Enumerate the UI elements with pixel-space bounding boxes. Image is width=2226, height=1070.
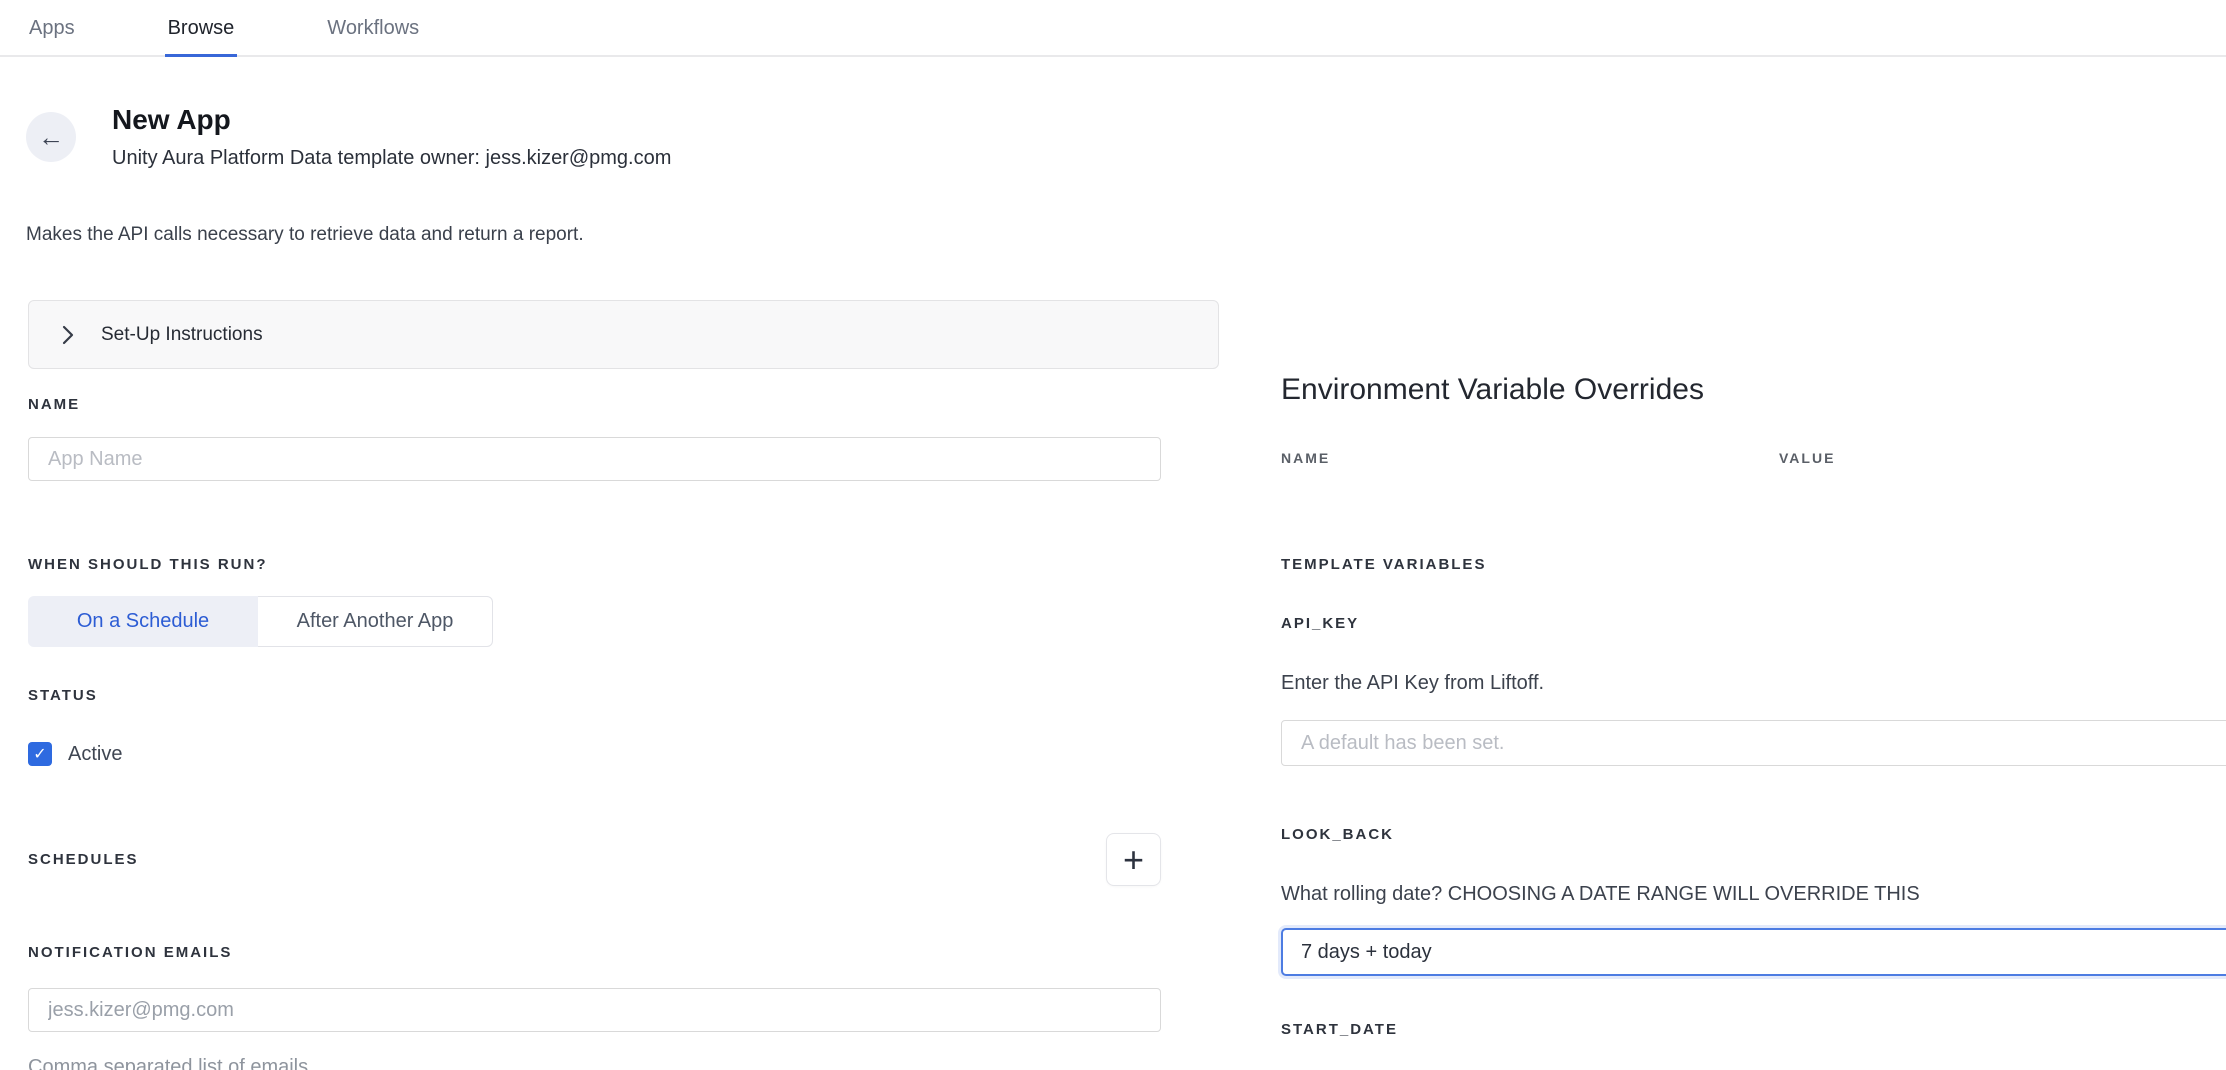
- check-icon: ✓: [33, 744, 46, 764]
- page-header: ← New App Unity Aura Platform Data templ…: [26, 103, 671, 170]
- active-checkbox[interactable]: ✓: [28, 742, 52, 766]
- tab-bar: Apps Browse Workflows: [0, 0, 2226, 57]
- app-name-input[interactable]: [28, 437, 1161, 481]
- notification-emails-label: NOTIFICATION EMAILS: [28, 944, 232, 961]
- name-label: NAME: [28, 396, 80, 413]
- setup-instructions-toggle[interactable]: Set-Up Instructions: [28, 300, 1219, 369]
- run-option-on-schedule[interactable]: On a Schedule: [28, 596, 258, 647]
- page-subtitle: Unity Aura Platform Data template owner:…: [112, 147, 671, 170]
- run-when-label: WHEN SHOULD THIS RUN?: [28, 556, 268, 573]
- page-title: New App: [112, 103, 671, 137]
- var-look-back-input[interactable]: [1281, 928, 2226, 976]
- tab-apps[interactable]: Apps: [26, 0, 78, 57]
- env-column-name-header: NAME: [1281, 450, 1330, 466]
- var-api-key-input[interactable]: [1281, 720, 2226, 766]
- tab-workflows[interactable]: Workflows: [324, 0, 422, 57]
- var-look-back-label: LOOK_BACK: [1281, 826, 1394, 843]
- title-block: New App Unity Aura Platform Data templat…: [112, 103, 671, 170]
- chevron-right-icon: [62, 325, 74, 345]
- setup-instructions-label: Set-Up Instructions: [101, 324, 263, 346]
- env-column-value-header: VALUE: [1779, 450, 1835, 466]
- add-schedule-button[interactable]: +: [1106, 833, 1161, 886]
- status-label: STATUS: [28, 687, 98, 704]
- schedules-label: SCHEDULES: [28, 851, 139, 868]
- template-variables-label: TEMPLATE VARIABLES: [1281, 556, 1486, 573]
- env-overrides-title: Environment Variable Overrides: [1281, 373, 1704, 407]
- var-api-key-label: API_KEY: [1281, 615, 1359, 632]
- notification-emails-help: Comma separated list of emails: [28, 1056, 308, 1070]
- notification-emails-input[interactable]: [28, 988, 1161, 1032]
- var-look-back-description: What rolling date? CHOOSING A DATE RANGE…: [1281, 883, 1920, 906]
- tab-browse[interactable]: Browse: [165, 0, 238, 57]
- run-option-after-another-app[interactable]: After Another App: [258, 596, 493, 647]
- app-window: Apps Browse Workflows ← New App Unity Au…: [0, 0, 2226, 1070]
- plus-icon: +: [1123, 842, 1144, 878]
- arrow-left-icon: ←: [38, 124, 64, 150]
- active-checkbox-row[interactable]: ✓ Active: [28, 742, 122, 766]
- var-api-key-description: Enter the API Key from Liftoff.: [1281, 672, 1544, 695]
- app-description: Makes the API calls necessary to retriev…: [26, 224, 584, 246]
- var-start-date-label: START_DATE: [1281, 1021, 1398, 1038]
- active-checkbox-label: Active: [68, 743, 122, 766]
- back-button[interactable]: ←: [26, 112, 76, 162]
- run-when-segmented-control: On a Schedule After Another App: [28, 596, 493, 647]
